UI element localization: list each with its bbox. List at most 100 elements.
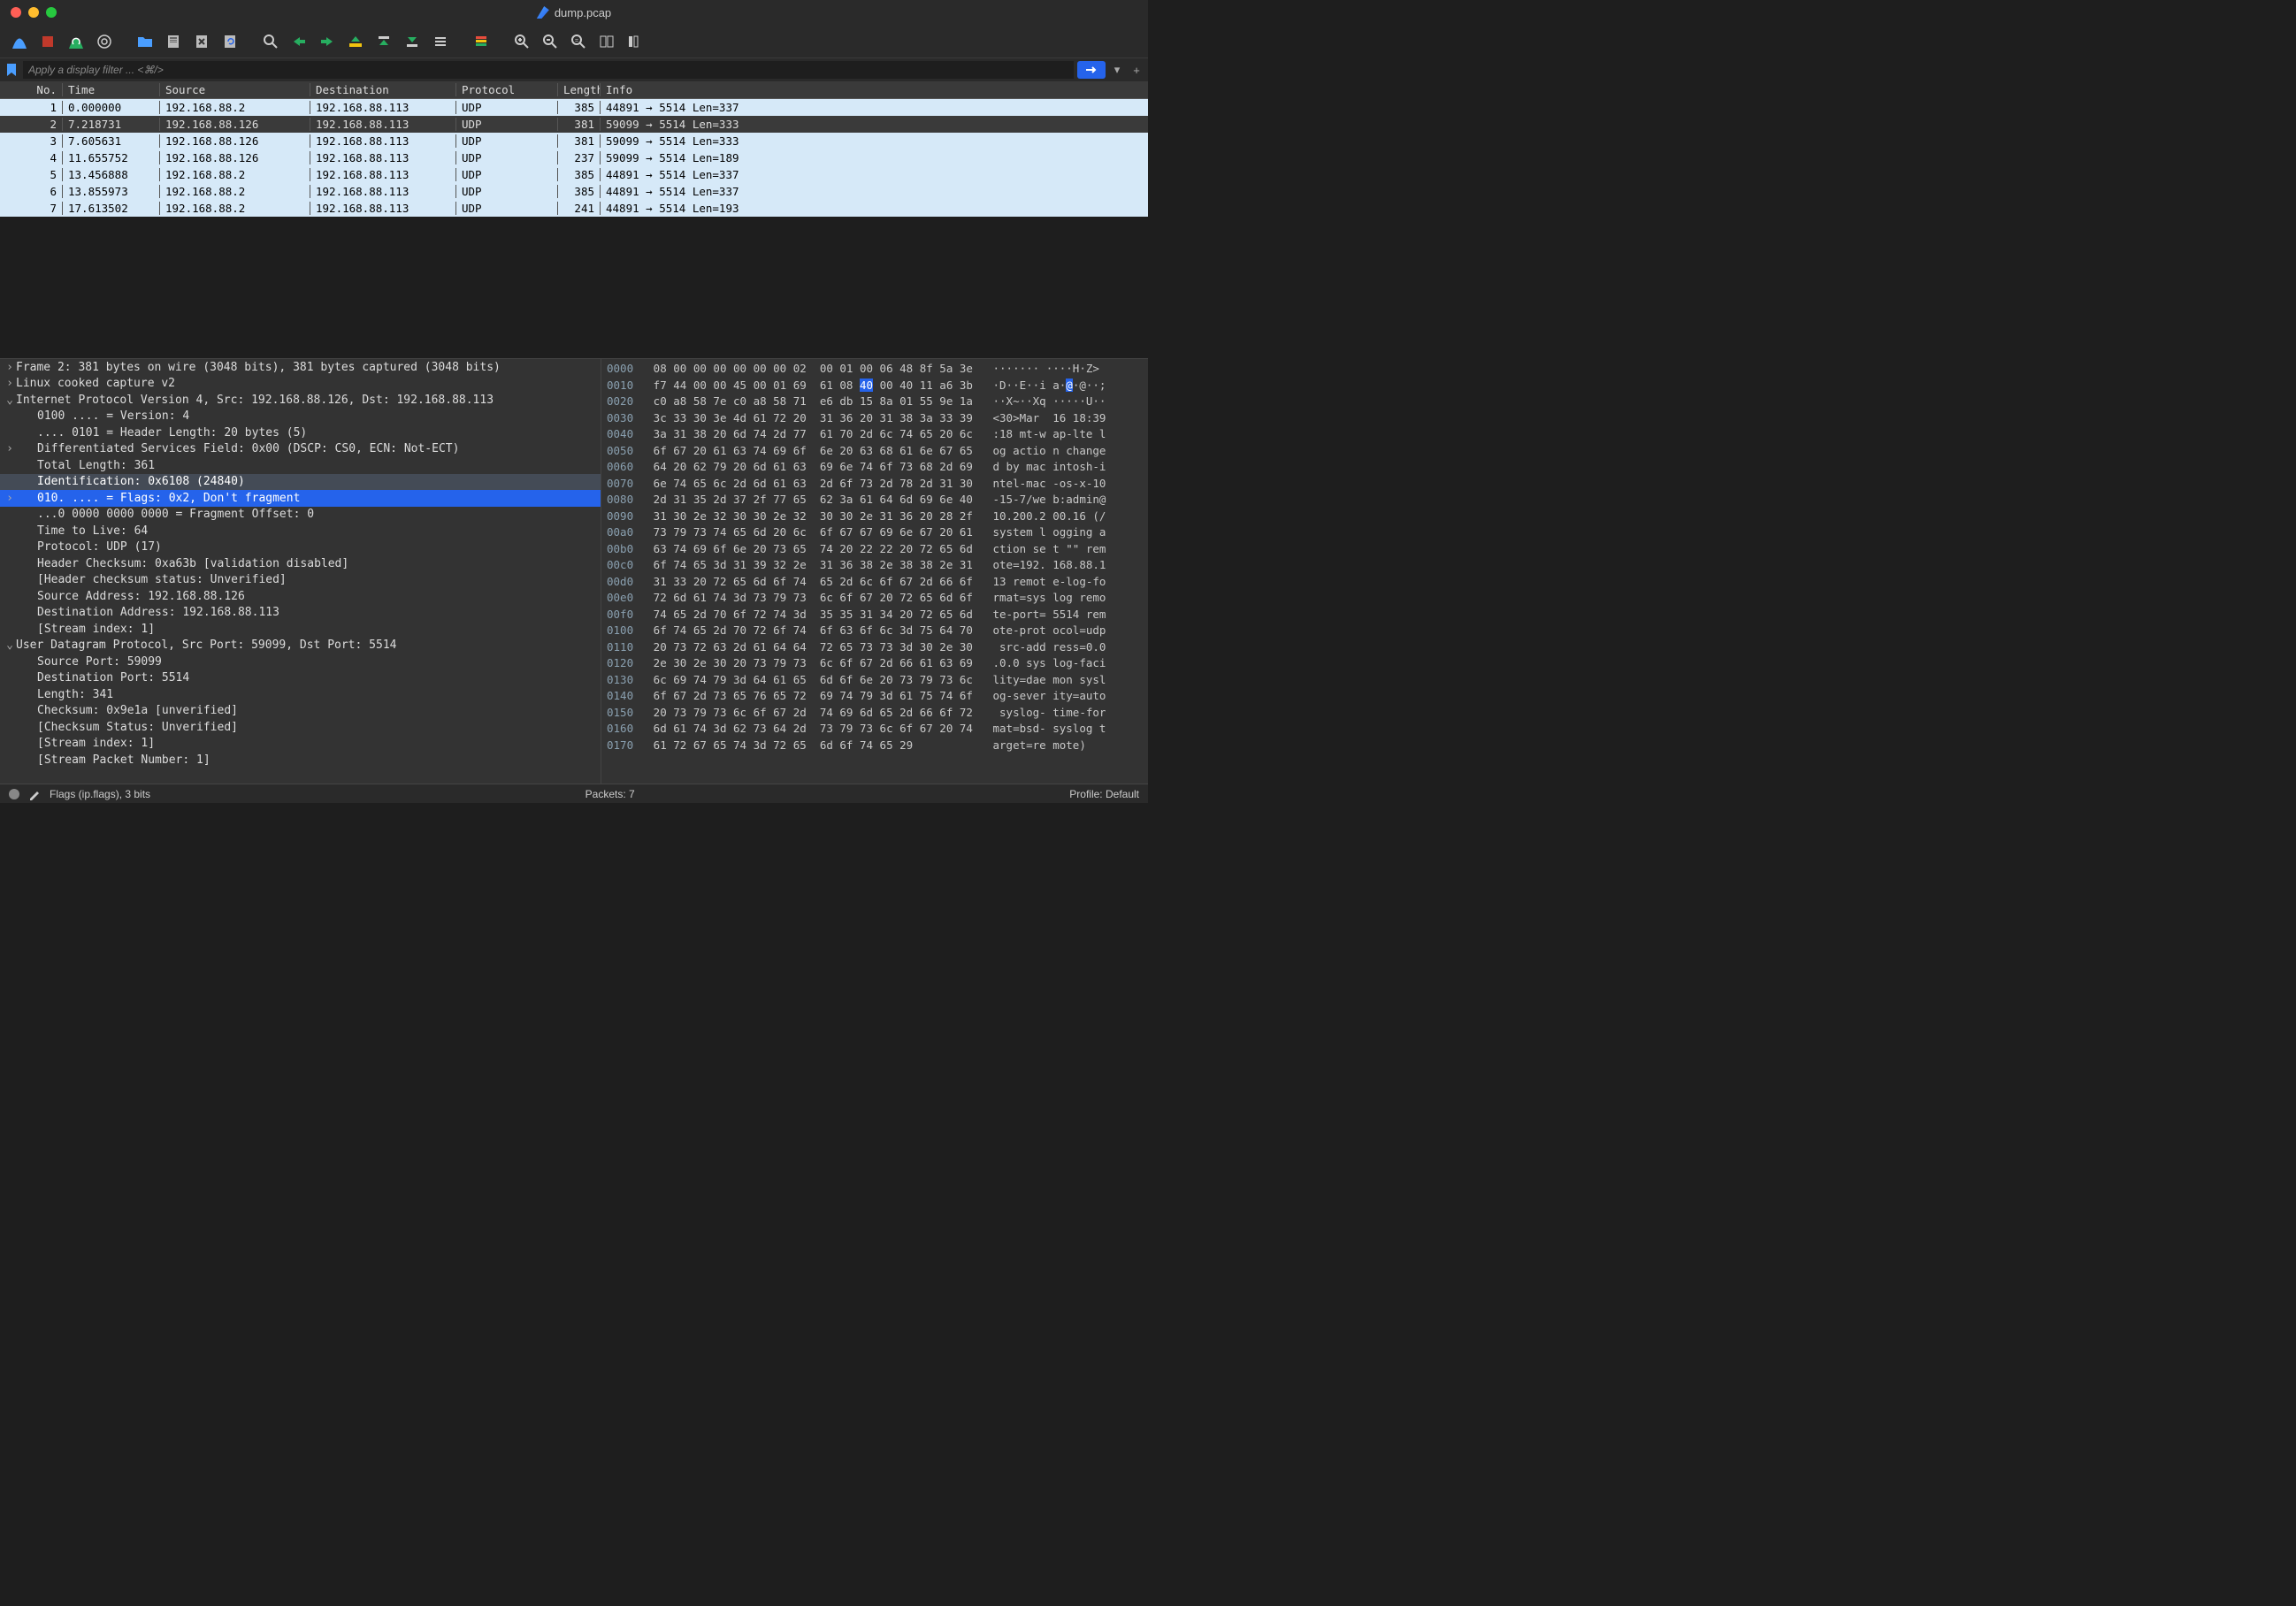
save-file-button[interactable] xyxy=(161,29,186,54)
close-file-button[interactable] xyxy=(189,29,214,54)
detail-row[interactable]: [Checksum Status: Unverified] xyxy=(0,719,601,736)
apply-filter-button[interactable] xyxy=(1077,61,1106,79)
detail-row[interactable]: [Stream index: 1] xyxy=(0,621,601,638)
filter-bookmark-icon[interactable] xyxy=(4,62,19,78)
detail-row[interactable]: ›Frame 2: 381 bytes on wire (3048 bits),… xyxy=(0,359,601,376)
auto-scroll-button[interactable] xyxy=(428,29,453,54)
edit-icon[interactable] xyxy=(28,788,41,800)
hex-row[interactable]: 0020 c0 a8 58 7e c0 a8 58 71 e6 db 15 8a… xyxy=(607,394,1143,410)
detail-row[interactable]: [Stream index: 1] xyxy=(0,736,601,753)
zoom-reset-button[interactable]: = xyxy=(566,29,591,54)
detail-row[interactable]: Protocol: UDP (17) xyxy=(0,539,601,556)
expert-info-button[interactable] xyxy=(9,789,19,799)
add-filter-button[interactable]: + xyxy=(1129,62,1144,78)
hex-row[interactable]: 0030 3c 33 30 3e 4d 61 72 20 31 36 20 31… xyxy=(607,410,1143,427)
detail-row[interactable]: [Stream Packet Number: 1] xyxy=(0,752,601,769)
go-to-first-button[interactable] xyxy=(371,29,396,54)
packet-row[interactable]: 513.456888192.168.88.2192.168.88.113UDP3… xyxy=(0,166,1148,183)
resize-columns-button[interactable] xyxy=(594,29,619,54)
go-to-packet-button[interactable] xyxy=(343,29,368,54)
capture-options-button[interactable] xyxy=(92,29,117,54)
detail-row[interactable]: Source Address: 192.168.88.126 xyxy=(0,588,601,605)
column-time[interactable]: Time xyxy=(62,83,159,96)
go-forward-button[interactable] xyxy=(315,29,340,54)
hex-row[interactable]: 0150 20 73 79 73 6c 6f 67 2d 74 69 6d 65… xyxy=(607,705,1143,722)
find-packet-button[interactable] xyxy=(258,29,283,54)
packet-row[interactable]: 37.605631192.168.88.126192.168.88.113UDP… xyxy=(0,133,1148,149)
column-info[interactable]: Info xyxy=(600,83,1148,96)
hex-row[interactable]: 00b0 63 74 69 6f 6e 20 73 65 74 20 22 22… xyxy=(607,541,1143,558)
detail-row[interactable]: Identification: 0x6108 (24840) xyxy=(0,474,601,491)
open-file-button[interactable] xyxy=(133,29,157,54)
column-length[interactable]: Length xyxy=(557,83,600,96)
hex-row[interactable]: 0080 2d 31 35 2d 37 2f 77 65 62 3a 61 64… xyxy=(607,492,1143,509)
go-back-button[interactable] xyxy=(287,29,311,54)
hex-row[interactable]: 00a0 73 79 73 74 65 6d 20 6c 6f 67 67 69… xyxy=(607,524,1143,541)
hex-row[interactable]: 0010 f7 44 00 00 45 00 01 69 61 08 40 00… xyxy=(607,378,1143,394)
detail-row[interactable]: Destination Port: 5514 xyxy=(0,670,601,687)
stop-capture-button[interactable] xyxy=(35,29,60,54)
reload-file-button[interactable] xyxy=(218,29,242,54)
zoom-in-button[interactable] xyxy=(509,29,534,54)
packet-row[interactable]: 411.655752192.168.88.126192.168.88.113UD… xyxy=(0,149,1148,166)
display-filter-input[interactable] xyxy=(23,61,1074,79)
colorize-button[interactable] xyxy=(469,29,494,54)
hex-row[interactable]: 00d0 31 33 20 72 65 6d 6f 74 65 2d 6c 6f… xyxy=(607,574,1143,591)
detail-row[interactable]: Total Length: 361 xyxy=(0,457,601,474)
close-window-button[interactable] xyxy=(11,7,21,18)
window-title: dump.pcap xyxy=(555,6,611,19)
hex-row[interactable]: 00c0 6f 74 65 3d 31 39 32 2e 31 36 38 2e… xyxy=(607,557,1143,574)
detail-row[interactable]: 0100 .... = Version: 4 xyxy=(0,409,601,425)
column-protocol[interactable]: Protocol xyxy=(455,83,557,96)
detail-row[interactable]: ⌄Internet Protocol Version 4, Src: 192.1… xyxy=(0,392,601,409)
column-no[interactable]: No. xyxy=(0,83,62,96)
status-profile[interactable]: Profile: Default xyxy=(1069,788,1139,800)
hex-row[interactable]: 0140 6f 67 2d 73 65 76 65 72 69 74 79 3d… xyxy=(607,688,1143,705)
detail-row[interactable]: Destination Address: 192.168.88.113 xyxy=(0,605,601,622)
start-capture-button[interactable] xyxy=(7,29,32,54)
detail-row[interactable]: Checksum: 0x9e1a [unverified] xyxy=(0,703,601,720)
hex-row[interactable]: 0120 2e 30 2e 30 20 73 79 73 6c 6f 67 2d… xyxy=(607,655,1143,672)
hex-row[interactable]: 0090 31 30 2e 32 30 30 2e 32 30 30 2e 31… xyxy=(607,509,1143,525)
hex-row[interactable]: 0110 20 73 72 63 2d 61 64 64 72 65 73 73… xyxy=(607,639,1143,656)
hex-row[interactable]: 0070 6e 74 65 6c 2d 6d 61 63 2d 6f 73 2d… xyxy=(607,476,1143,493)
packet-details-pane[interactable]: ›Frame 2: 381 bytes on wire (3048 bits),… xyxy=(0,359,601,784)
svg-text:=: = xyxy=(575,38,578,44)
packet-list-header[interactable]: No. Time Source Destination Protocol Len… xyxy=(0,81,1148,99)
packet-row[interactable]: 10.000000192.168.88.2192.168.88.113UDP38… xyxy=(0,99,1148,116)
hex-row[interactable]: 0040 3a 31 38 20 6d 74 2d 77 61 70 2d 6c… xyxy=(607,426,1143,443)
column-destination[interactable]: Destination xyxy=(310,83,455,96)
detail-row[interactable]: ...0 0000 0000 0000 = Fragment Offset: 0 xyxy=(0,507,601,524)
detail-row[interactable]: ›010. .... = Flags: 0x2, Don't fragment xyxy=(0,490,601,507)
hex-row[interactable]: 0130 6c 69 74 79 3d 64 61 65 6d 6f 6e 20… xyxy=(607,672,1143,689)
packet-bytes-pane[interactable]: 0000 08 00 00 00 00 00 00 02 00 01 00 06… xyxy=(601,359,1148,784)
detail-row[interactable]: ⌄User Datagram Protocol, Src Port: 59099… xyxy=(0,638,601,654)
hex-row[interactable]: 00f0 74 65 2d 70 6f 72 74 3d 35 35 31 34… xyxy=(607,607,1143,623)
detail-row[interactable]: Source Port: 59099 xyxy=(0,654,601,670)
detail-row[interactable]: .... 0101 = Header Length: 20 bytes (5) xyxy=(0,424,601,441)
minimize-window-button[interactable] xyxy=(28,7,39,18)
hex-row[interactable]: 00e0 72 6d 61 74 3d 73 79 73 6c 6f 67 20… xyxy=(607,590,1143,607)
hex-row[interactable]: 0000 08 00 00 00 00 00 00 02 00 01 00 06… xyxy=(607,361,1143,378)
packet-row[interactable]: 613.855973192.168.88.2192.168.88.113UDP3… xyxy=(0,183,1148,200)
detail-row[interactable]: ›Linux cooked capture v2 xyxy=(0,376,601,393)
hex-row[interactable]: 0100 6f 74 65 2d 70 72 6f 74 6f 63 6f 6c… xyxy=(607,623,1143,639)
detail-row[interactable]: Time to Live: 64 xyxy=(0,523,601,539)
packet-row[interactable]: 717.613502192.168.88.2192.168.88.113UDP2… xyxy=(0,200,1148,217)
go-to-last-button[interactable] xyxy=(400,29,425,54)
resize-columns-2-button[interactable] xyxy=(623,29,647,54)
hex-row[interactable]: 0160 6d 61 74 3d 62 73 64 2d 73 79 73 6c… xyxy=(607,721,1143,738)
packet-row[interactable]: 27.218731192.168.88.126192.168.88.113UDP… xyxy=(0,116,1148,133)
detail-row[interactable]: [Header checksum status: Unverified] xyxy=(0,572,601,589)
zoom-window-button[interactable] xyxy=(46,7,57,18)
detail-row[interactable]: Length: 341 xyxy=(0,686,601,703)
filter-history-dropdown[interactable]: ▾ xyxy=(1109,62,1125,78)
column-source[interactable]: Source xyxy=(159,83,310,96)
hex-row[interactable]: 0060 64 20 62 79 20 6d 61 63 69 6e 74 6f… xyxy=(607,459,1143,476)
zoom-out-button[interactable] xyxy=(538,29,563,54)
detail-row[interactable]: Header Checksum: 0xa63b [validation disa… xyxy=(0,555,601,572)
hex-row[interactable]: 0050 6f 67 20 61 63 74 69 6f 6e 20 63 68… xyxy=(607,443,1143,460)
detail-row[interactable]: ›Differentiated Services Field: 0x00 (DS… xyxy=(0,441,601,458)
restart-capture-button[interactable] xyxy=(64,29,88,54)
hex-row[interactable]: 0170 61 72 67 65 74 3d 72 65 6d 6f 74 65… xyxy=(607,738,1143,754)
